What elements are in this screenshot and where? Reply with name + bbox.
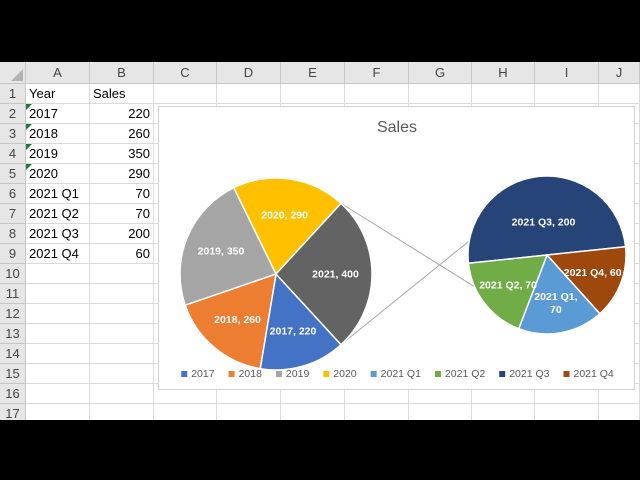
row-header-12[interactable]: 12 [0,304,26,324]
row-header-5[interactable]: 5 [0,164,26,184]
legend-entry-2021-q3: 2021 Q3 [509,368,549,380]
number-as-text-indicator [26,144,32,150]
legend-swatch-2017 [181,371,188,377]
select-all-icon [11,69,23,81]
row-header-17[interactable]: 17 [0,404,26,420]
legend-entry-2021-q1: 2021 Q1 [381,368,421,380]
chart-title: Sales [377,119,417,136]
number-as-text-indicator [26,104,32,110]
data-label-2019: 2019, 350 [198,246,245,258]
column-header-b[interactable]: B [90,62,154,84]
cell-sales[interactable]: 200 [90,224,150,244]
cell-sales[interactable]: 70 [90,184,150,204]
cell-year[interactable]: 2021 Q3 [29,224,79,244]
cell-year[interactable]: 2021 Q1 [29,184,79,204]
column-header-d[interactable]: D [217,62,281,84]
row-header-3[interactable]: 3 [0,124,26,144]
column-header-f[interactable]: F [345,62,409,84]
cell-year[interactable]: 2021 Q2 [29,204,79,224]
cell-sales[interactable]: 290 [90,164,150,184]
legend-entry-2019: 2019 [286,368,310,380]
legend-swatch-2018 [228,371,235,377]
grid-line [26,403,640,404]
row-header-1[interactable]: 1 [0,84,26,104]
cell-year[interactable]: 2017 [29,104,58,124]
cell-year[interactable]: 2018 [29,124,58,144]
select-all-corner[interactable] [0,62,26,84]
row-header-7[interactable]: 7 [0,204,26,224]
legend-swatch-2019 [275,371,282,377]
legend-entry-2018: 2018 [239,368,263,380]
cell-year[interactable]: 2021 Q4 [29,244,79,264]
data-label-2017: 2017, 220 [270,326,317,338]
chart-canvas: Sales 2017, 220 2018, 260 2019, 350 2020, 2… [179,119,627,380]
column-header-j[interactable]: J [599,62,640,84]
legend-entry-2021-q4: 2021 Q4 [573,368,613,380]
row-header-9[interactable]: 9 [0,244,26,264]
cell-sales[interactable]: 350 [90,144,150,164]
cell-header-year[interactable]: Year [29,84,55,104]
data-label-2021-q2: 2021 Q2, 70 [479,279,537,291]
row-header-16[interactable]: 16 [0,384,26,404]
spreadsheet-grid[interactable]: A B C D E F G H I J 1 2 3 4 5 6 7 8 9 10 11 12 13 14 15 16 17 Year S… [0,62,640,420]
column-header-c[interactable]: C [154,62,217,84]
number-as-text-indicator [26,164,32,170]
legend-swatch-2021-q3 [499,371,506,377]
grid-line [153,84,154,420]
data-label-2021: 2021, 400 [312,269,359,281]
column-header-e[interactable]: E [281,62,345,84]
row-header-2[interactable]: 2 [0,104,26,124]
cell-sales[interactable]: 220 [90,104,150,124]
legend-swatch-2020 [323,371,330,377]
row-header-14[interactable]: 14 [0,344,26,364]
legend-swatch-2021-q4 [563,371,570,377]
row-header-10[interactable]: 10 [0,264,26,284]
data-label-2021-q4: 2021 Q4, 60 [564,267,622,279]
cell-sales[interactable]: 60 [90,244,150,264]
column-header-g[interactable]: G [409,62,472,84]
column-header-h[interactable]: H [472,62,535,84]
cell-sales[interactable]: 260 [90,124,150,144]
pie-of-pie-chart[interactable]: Sales 2017, 220 2018, 260 2019, 350 2020, 2… [158,106,635,390]
row-header-8[interactable]: 8 [0,224,26,244]
number-as-text-indicator [26,124,32,130]
row-header-6[interactable]: 6 [0,184,26,204]
column-header-i[interactable]: I [535,62,599,84]
cell-sales[interactable]: 70 [90,204,150,224]
row-header-11[interactable]: 11 [0,284,26,304]
cell-year[interactable]: 2020 [29,164,58,184]
data-label-2021-q3: 2021 Q3, 200 [512,217,576,229]
legend-swatch-2021-q1 [370,371,377,377]
legend-swatch-2021-q2 [434,371,441,377]
legend-entry-2017: 2017 [191,368,215,380]
row-header-4[interactable]: 4 [0,144,26,164]
cell-year[interactable]: 2019 [29,144,58,164]
column-header-a[interactable]: A [26,62,90,84]
data-label-2020: 2020, 290 [261,210,308,222]
legend-entry-2021-q2: 2021 Q2 [445,368,485,380]
data-label-2018: 2018, 260 [214,314,261,326]
cell-header-sales[interactable]: Sales [93,84,126,104]
row-header-13[interactable]: 13 [0,324,26,344]
row-header-15[interactable]: 15 [0,364,26,384]
legend-entry-2020: 2020 [333,368,357,380]
